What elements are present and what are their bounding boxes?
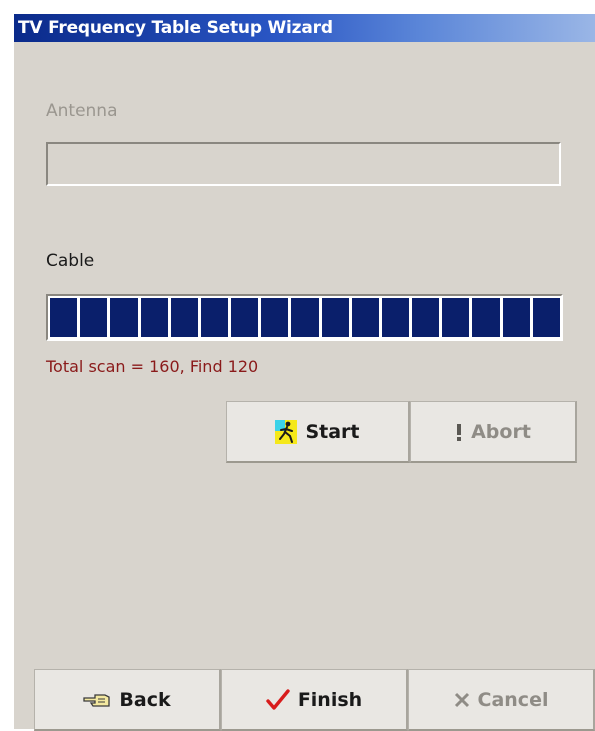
start-button[interactable]: Start (226, 401, 410, 463)
progress-segment (502, 298, 530, 337)
back-button-label: Back (119, 688, 171, 711)
progress-segment (532, 298, 560, 337)
start-button-label: Start (305, 420, 360, 443)
wizard-window: TV Frequency Table Setup Wizard Antenna … (14, 14, 595, 731)
antenna-progress-bar (46, 142, 561, 186)
progress-segment (472, 298, 500, 337)
finish-button[interactable]: Finish (221, 669, 408, 731)
exclamation-icon (455, 422, 463, 442)
progress-segment (261, 298, 289, 337)
progress-segment (291, 298, 319, 337)
checkmark-icon (266, 688, 290, 712)
progress-segment (50, 298, 78, 337)
progress-segment (351, 298, 379, 337)
window-title: TV Frequency Table Setup Wizard (18, 18, 333, 38)
abort-button-label: Abort (471, 420, 531, 443)
cable-progress-bar (46, 294, 563, 341)
scan-status-text: Total scan = 160, Find 120 (46, 357, 259, 376)
back-button[interactable]: Back (34, 669, 221, 731)
x-icon (454, 692, 470, 708)
running-man-icon (275, 419, 298, 444)
pointing-hand-icon (83, 691, 111, 709)
progress-segment (231, 298, 259, 337)
title-bar[interactable]: TV Frequency Table Setup Wizard (14, 14, 595, 42)
antenna-label: Antenna (46, 101, 118, 121)
progress-segment (110, 298, 138, 337)
progress-segment (140, 298, 168, 337)
progress-segment (170, 298, 198, 337)
progress-segment (200, 298, 229, 337)
progress-segment (442, 298, 470, 337)
progress-segment (80, 298, 108, 337)
progress-segment (381, 298, 410, 337)
cancel-button-label: Cancel (477, 688, 549, 711)
progress-segment (412, 298, 440, 337)
progress-segment (321, 298, 349, 337)
cancel-button[interactable]: Cancel (408, 669, 595, 731)
finish-button-label: Finish (297, 688, 363, 711)
cable-label: Cable (46, 251, 95, 271)
abort-button[interactable]: Abort (410, 401, 577, 463)
